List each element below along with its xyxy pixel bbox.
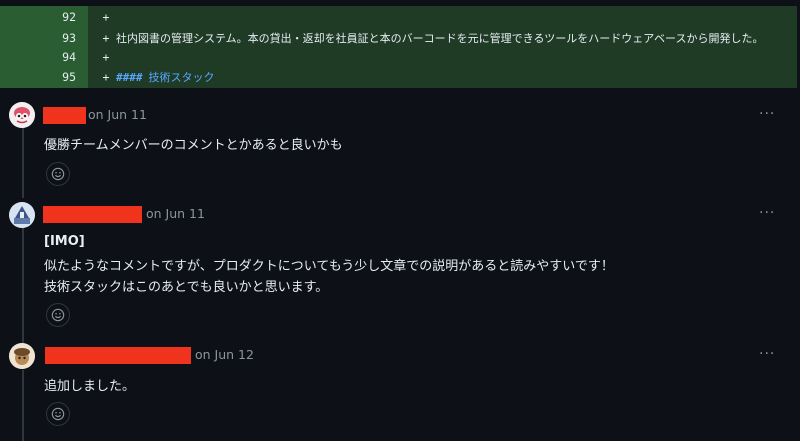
comment-text: 優勝チームメンバーのコメントとかあると良いかも (44, 138, 343, 153)
heading-marker: #### (116, 71, 143, 84)
diff-code: + #### 技術スタック (88, 66, 797, 88)
timeline-rail (22, 370, 24, 441)
more-options-icon[interactable]: ··· (759, 106, 775, 122)
diff-line: 94 + (0, 46, 797, 68)
more-options-icon[interactable]: ··· (759, 346, 775, 362)
timeline-rail (22, 128, 24, 198)
redacted-username[interactable] (43, 206, 142, 223)
comment-text: 追加しました。 (44, 379, 136, 394)
brown-character-avatar-icon[interactable] (9, 343, 35, 369)
added-marker: + (102, 70, 110, 84)
diff-line: 95 + #### 技術スタック (0, 66, 797, 88)
redacted-username[interactable] (45, 347, 191, 364)
comment-date[interactable]: on Jun 12 (195, 347, 254, 362)
comment-date[interactable]: on Jun 11 (88, 107, 147, 122)
diff-code: + (88, 6, 797, 28)
line-number[interactable]: 94 (0, 46, 88, 68)
line-number[interactable]: 95 (0, 66, 88, 88)
added-marker: + (102, 10, 110, 24)
smiley-icon[interactable] (46, 303, 70, 327)
heading-text: 技術スタック (148, 71, 215, 84)
comment-text: 技術スタックはこのあとでも良いかと思います。 (44, 280, 329, 295)
line-number[interactable]: 92 (0, 6, 88, 28)
timeline-rail (22, 228, 24, 343)
pink-character-avatar-icon[interactable] (9, 102, 35, 128)
diff-line: 92 + (0, 6, 797, 28)
diff-text: 社内図書の管理システム。本の貸出・返却を社員証と本のバーコードを元に管理できるツ… (116, 32, 764, 45)
smiley-icon[interactable] (46, 162, 70, 186)
diff-block: 92 + 93 + 社内図書の管理システム。本の貸出・返却を社員証と本のバーコー… (0, 0, 797, 88)
diff-code: + (88, 46, 797, 68)
diff-text: #### 技術スタック (116, 69, 215, 85)
comment-text: 似たようなコメントですが、プロダクトについてもう少し文章での説明があると読みやす… (44, 259, 614, 274)
comment-date[interactable]: on Jun 11 (146, 206, 205, 221)
blue-shrine-avatar-icon[interactable] (9, 202, 35, 228)
more-options-icon[interactable]: ··· (759, 205, 775, 221)
smiley-icon[interactable] (46, 402, 70, 426)
added-marker: + (102, 50, 110, 64)
comment-text: [IMO] (44, 234, 85, 249)
added-marker: + (102, 31, 110, 45)
redacted-username[interactable] (43, 107, 86, 124)
